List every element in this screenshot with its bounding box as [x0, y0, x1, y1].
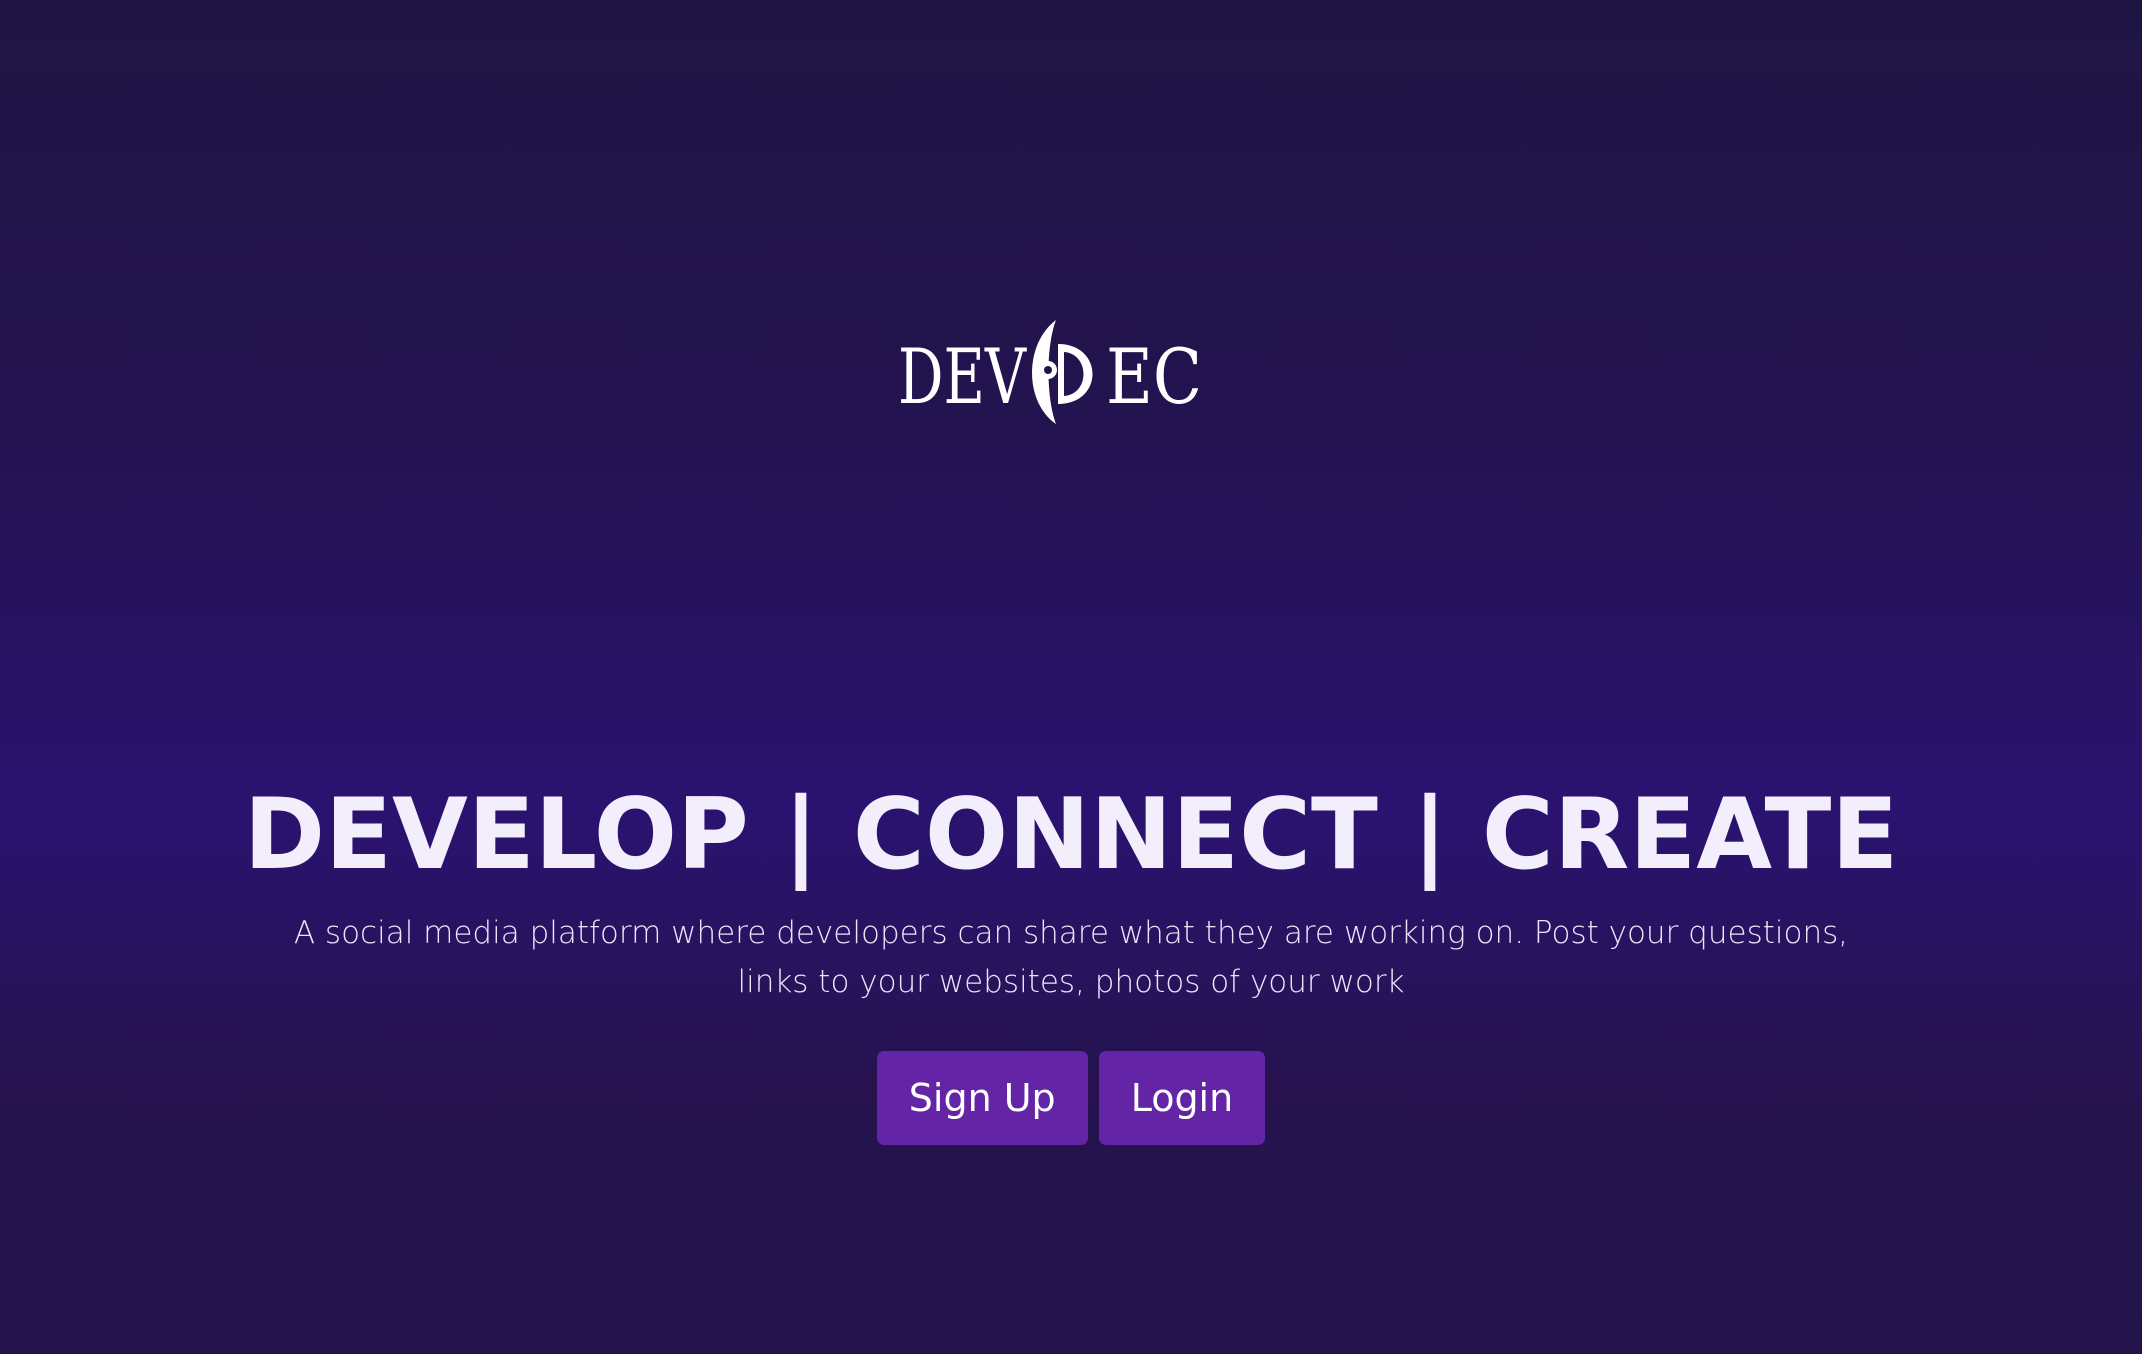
login-button[interactable]: Login: [1098, 1051, 1266, 1145]
hero-tagline: A social media platform where developers…: [293, 915, 1849, 1000]
logo-text-right: EC: [1106, 332, 1202, 421]
sign-up-button[interactable]: Sign Up: [876, 1051, 1088, 1145]
hero-section: DEVELOP | CONNECT | CREATE A social medi…: [0, 775, 2142, 1145]
d-moon-logo-icon: [1032, 320, 1093, 424]
hero-actions: Sign Up Login: [0, 1051, 2142, 1145]
logo-text-left: DEV: [898, 332, 1027, 421]
devdec-logo: DEV EC: [898, 320, 1202, 424]
hero-headline: DEVELOP | CONNECT | CREATE: [243, 778, 1899, 892]
